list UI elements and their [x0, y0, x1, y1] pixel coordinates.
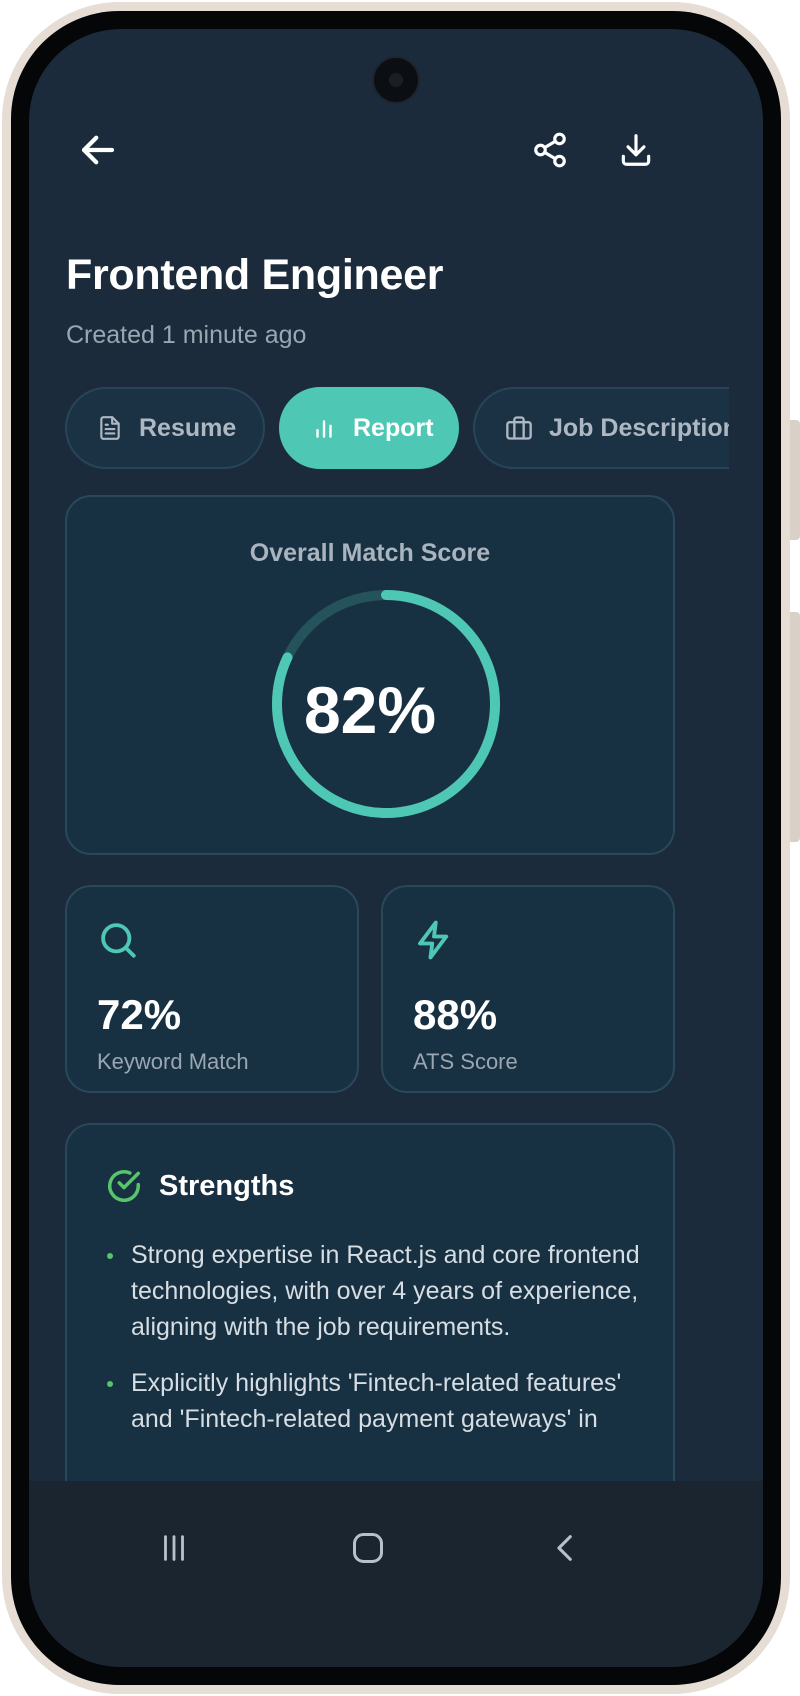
arrow-left-icon: [81, 135, 115, 165]
tab-resume[interactable]: Resume: [65, 387, 265, 469]
ats-score-card: 88% ATS Score: [381, 885, 675, 1093]
bar-chart-icon: [316, 420, 332, 438]
back-chevron-icon: [557, 1535, 572, 1561]
tab-report[interactable]: Report: [279, 387, 459, 469]
home-button[interactable]: [345, 1525, 391, 1571]
check-circle-icon: [108, 1170, 140, 1202]
overall-score-card: Overall Match Score 82%: [65, 495, 675, 855]
download-icon: [621, 134, 651, 166]
tab-bar: Resume Report Job Description: [65, 387, 729, 469]
app-screen: Frontend Engineer Created 1 minute ago R…: [29, 29, 763, 1667]
download-button[interactable]: [611, 125, 661, 175]
front-camera: [372, 56, 420, 104]
lightning-icon: [418, 920, 449, 960]
strengths-title: Strengths: [159, 1169, 295, 1202]
back-button[interactable]: [73, 125, 123, 175]
phone-side-button: [790, 420, 800, 540]
strengths-header: Strengths: [105, 1167, 294, 1205]
briefcase-icon: [506, 416, 532, 440]
phone-side-button: [790, 612, 800, 842]
overall-score-label: Overall Match Score: [249, 539, 491, 567]
system-nav-bar: [29, 1481, 763, 1667]
tab-job-description[interactable]: Job Description: [473, 387, 729, 469]
keyword-match-card: 72% Keyword Match: [65, 885, 359, 1093]
share-button[interactable]: [525, 125, 575, 175]
page-title: Frontend Engineer: [66, 251, 444, 299]
ats-score-value: 88%: [413, 991, 498, 1038]
list-item: Strong expertise in React.js and core fr…: [107, 1237, 667, 1345]
home-icon: [353, 1533, 383, 1563]
tab-report-label: Report: [353, 413, 434, 442]
overall-score-value: 82%: [303, 673, 437, 747]
document-icon: [100, 416, 120, 440]
created-timestamp: Created 1 minute ago: [66, 321, 307, 349]
recents-icon: [164, 1535, 184, 1561]
ats-score-label: ATS Score: [413, 1049, 518, 1074]
share-icon: [534, 132, 566, 168]
keyword-match-value: 72%: [97, 991, 182, 1038]
search-icon: [101, 923, 136, 958]
list-item: Explicitly highlights 'Fintech-related f…: [107, 1365, 667, 1437]
nav-back-button[interactable]: [543, 1525, 589, 1571]
keyword-match-label: Keyword Match: [97, 1049, 249, 1074]
strengths-list: Strong expertise in React.js and core fr…: [107, 1237, 667, 1457]
tab-resume-label: Resume: [139, 413, 237, 442]
recents-button[interactable]: [151, 1525, 197, 1571]
tab-job-description-label: Job Description: [549, 413, 729, 442]
